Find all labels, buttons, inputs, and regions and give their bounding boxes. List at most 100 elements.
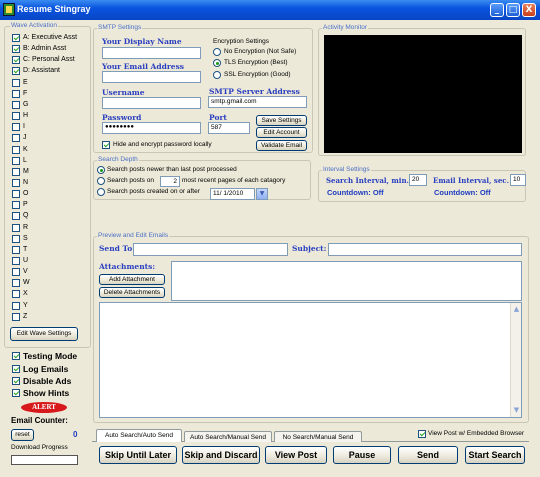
search-depth-title: Search Depth [97,156,139,163]
pages-field[interactable]: 2 [160,176,180,187]
download-progress-label: Download Progress [11,444,68,451]
tab-auto-auto[interactable]: Auto Search/Auto Send [96,429,182,442]
search-interval-field[interactable]: 20 [409,174,427,186]
date-field[interactable]: 11/ 1/2010 [210,188,255,200]
wave-checkbox-box[interactable] [12,257,20,265]
send-to-field[interactable] [133,243,288,256]
wave-checkbox-box[interactable] [12,190,20,199]
wave-checkbox-box[interactable] [12,268,20,277]
pages-suffix: most recent pages of each catagory [182,177,286,184]
wave-checkbox-box[interactable] [12,312,20,321]
save-settings-button[interactable]: Save Settings [256,115,307,126]
app-icon [3,3,15,16]
wave-checkbox-box[interactable] [12,245,20,254]
attachments-list[interactable] [171,261,522,301]
wave-checkbox-box[interactable] [12,89,20,98]
view-post-button[interactable]: View Post [265,446,327,464]
wave-checkbox-box[interactable] [12,290,20,299]
alert-badge[interactable]: ALERT [21,402,67,413]
skip-and-discard-button[interactable]: Skip and Discard [182,446,260,464]
scroll-down-icon[interactable]: ▼ [512,406,521,415]
wave-checkbox-box[interactable] [12,56,20,65]
display-name-label: Your Display Name [102,37,182,46]
server-label: SMTP Server Address [209,87,300,96]
delete-attachments-button[interactable]: Delete Attachments [99,287,165,298]
server-field[interactable]: smtp.gmail.com [208,96,307,108]
wave-checkbox-label: R [23,223,29,231]
password-field[interactable]: ●●●●●●●● [102,122,201,134]
email-body-editor[interactable]: ▲ ▼ [99,302,522,418]
send-button[interactable]: Send [398,446,458,464]
title-bar[interactable]: Resume Stingray _ □ X [0,0,540,20]
wave-checkbox-label: X [23,290,28,298]
wave-checkbox-box[interactable] [12,123,20,132]
activity-monitor-title: Activity Monitor [322,24,369,31]
email-counter-label: Email Counter: [11,416,68,425]
pause-button[interactable]: Pause [333,446,391,464]
smtp-settings-title: SMTP Settings [97,24,143,31]
email-address-field[interactable] [102,71,201,83]
wave-checkbox-box[interactable] [12,34,20,42]
wave-checkbox-box[interactable] [12,167,20,176]
wave-checkbox-label: O [23,190,29,198]
email-counter-value: 0 [73,430,78,439]
wave-checkbox-label: H [23,112,29,120]
wave-checkbox-label: S [23,234,28,242]
wave-checkbox-box[interactable] [12,67,20,76]
window-title: Resume Stingray [17,4,91,14]
wave-checkbox-label: E [23,78,28,86]
wave-checkbox-box[interactable] [12,100,20,109]
wave-checkbox-label: B: Admin Asst [23,45,67,53]
skip-until-later-button[interactable]: Skip Until Later [99,446,177,464]
username-field[interactable] [102,97,201,109]
display-name-field[interactable] [102,47,201,59]
wave-checkbox-label: G [23,100,29,108]
add-attachment-button[interactable]: Add Attachment [99,274,165,285]
wave-checkbox-label: U [23,257,29,264]
minimize-button[interactable]: _ [490,3,504,17]
wave-checkbox-label: Z [23,312,28,320]
wave-checkbox-box[interactable] [12,78,20,87]
wave-checkbox-box[interactable] [12,156,20,165]
edit-wave-settings-button[interactable]: Edit Wave Settings [10,327,78,341]
wave-checkbox-label: A: Executive Asst [23,34,78,41]
wave-checkbox-box[interactable] [12,145,20,154]
wave-checkbox-label: D: Assistant [23,67,60,75]
wave-checkbox-label: T [23,245,28,253]
wave-checkbox-label: K [23,145,28,153]
wave-checkbox-box[interactable] [12,301,20,310]
start-search-button[interactable]: Start Search [465,446,525,464]
email-interval-field[interactable]: 10 [510,174,526,186]
wave-checkbox-box[interactable] [12,178,20,187]
wave-checkbox-box[interactable] [12,201,20,210]
tab-auto-manual[interactable]: Auto Search/Manual Send [184,431,272,442]
email-address-label: Your Email Address [102,62,185,71]
encryption-title: Encryption Settings [213,38,270,45]
tab-manual-manual[interactable]: No Search/Manual Send [274,431,362,442]
wave-checkbox-box[interactable] [12,234,20,243]
wave-checkbox-box[interactable] [12,223,20,232]
port-label: Port [209,113,227,122]
wave-checkbox-label: I [23,123,25,131]
wave-checkbox-box[interactable] [12,279,20,288]
date-dropdown-icon[interactable]: ▼ [256,188,268,200]
search-interval-label: Search Interval, min. [326,176,409,185]
wave-checkbox-box[interactable] [12,45,20,54]
maximize-button[interactable]: □ [506,3,520,17]
wave-checkbox-label: Q [23,212,29,220]
wave-activation-title: Wave Activation [10,22,59,29]
validate-email-button[interactable]: Validate Email [256,140,307,151]
email-countdown: Countdown: Off [434,188,491,197]
edit-account-button[interactable]: Edit Account [256,127,307,138]
attachments-label: Attachments: [99,262,156,271]
scroll-up-icon[interactable]: ▲ [512,305,521,314]
close-button[interactable]: X [522,3,536,17]
subject-field[interactable] [328,243,522,256]
wave-checkbox-box[interactable] [12,134,20,143]
reset-button[interactable]: reset [11,429,34,441]
wave-checkbox-label: P [23,201,28,209]
body-scrollbar[interactable]: ▲ ▼ [510,303,521,417]
wave-checkbox-box[interactable] [12,212,20,221]
wave-checkbox-box[interactable] [12,112,20,121]
port-field[interactable]: 587 [208,122,250,134]
